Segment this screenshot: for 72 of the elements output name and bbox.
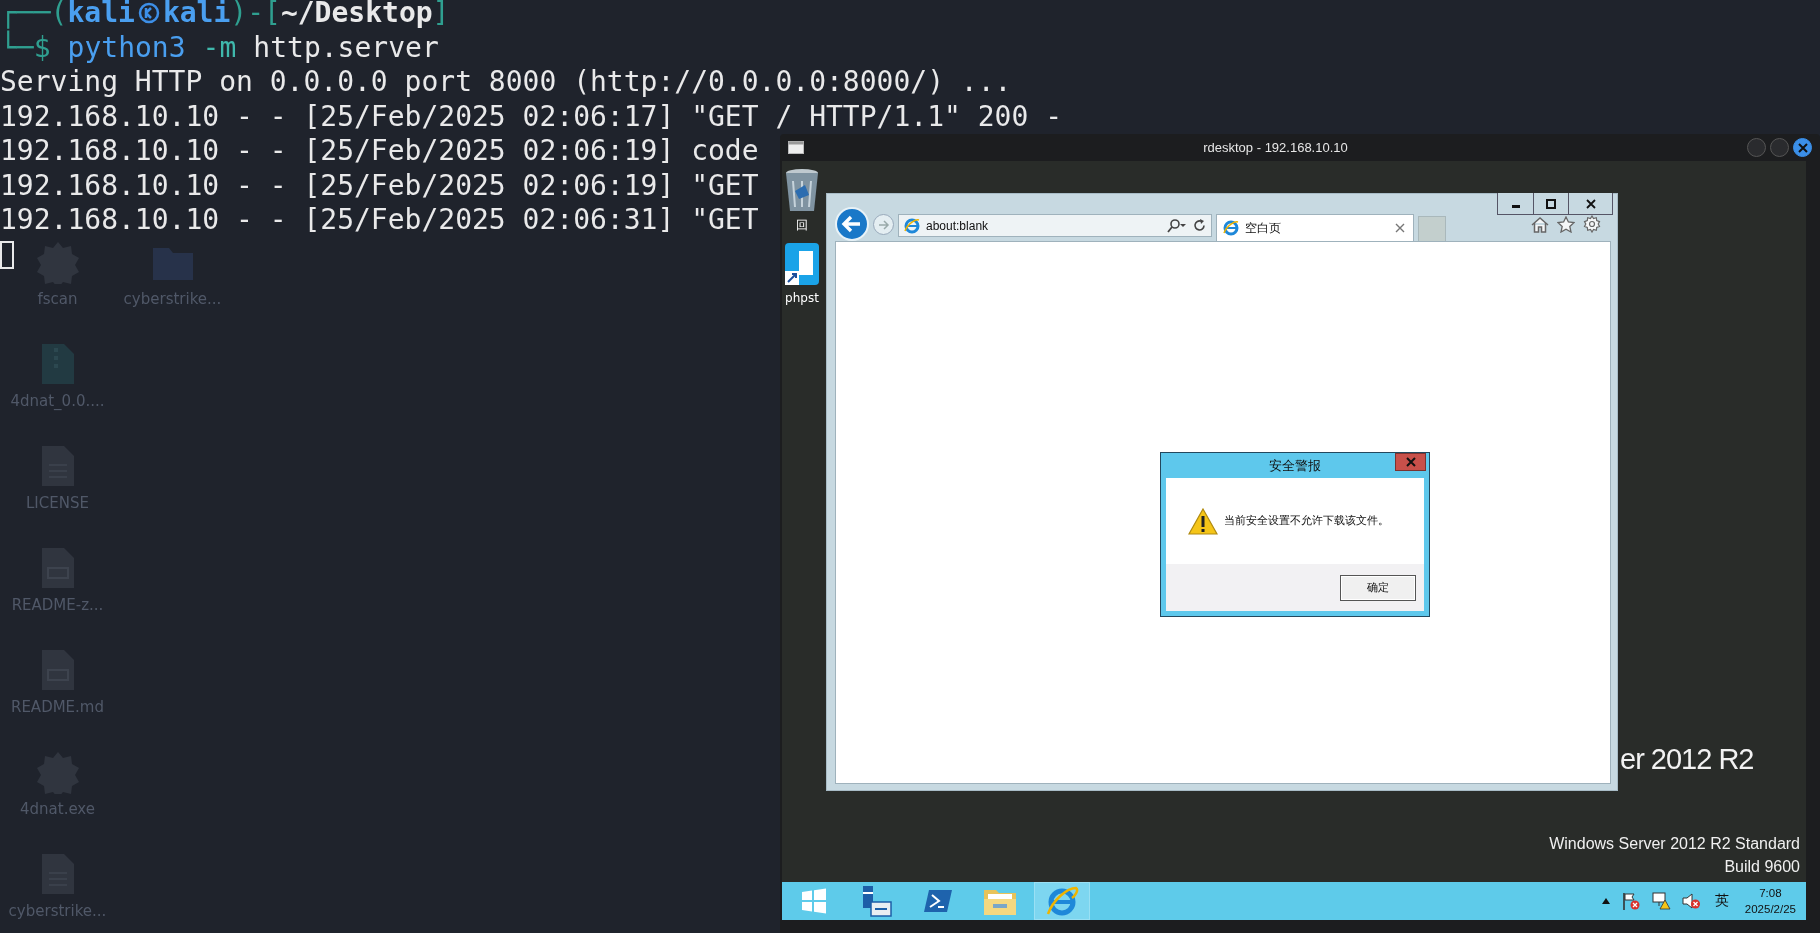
- command-option: -m: [202, 30, 237, 65]
- warning-icon: [1188, 507, 1218, 535]
- terminal-output: Serving HTTP on 0.0.0.0 port 8000 (http://0.0.0.0:8000/) ...: [0, 65, 1012, 100]
- terminal-output: 192.168.10.10 - - [25/Feb/2025 02:06:31] "GET: [0, 203, 759, 238]
- refresh-icon[interactable]: [1193, 219, 1206, 232]
- back-button[interactable]: [835, 207, 869, 241]
- terminal-output: 192.168.10.10 - - [25/Feb/2025 02:06:19] "GET: [0, 168, 759, 203]
- icon-label: README.md: [10, 698, 104, 716]
- speaker-muted-icon[interactable]: [1680, 891, 1701, 911]
- address-text: about:blank: [926, 218, 990, 233]
- close-icon[interactable]: [1395, 223, 1405, 233]
- ie-logo-icon: [1045, 884, 1079, 918]
- home-icon[interactable]: [1531, 217, 1549, 233]
- prompt-frame: ┌──(: [0, 0, 68, 31]
- prompt-frame: )-[: [230, 0, 281, 31]
- os-watermark: er 2012 R2: [1620, 743, 1754, 776]
- command-name: python3: [67, 30, 186, 65]
- icon-label: phpst: [785, 291, 819, 305]
- minimize-icon: [1511, 205, 1520, 208]
- close-button[interactable]: [1395, 453, 1426, 471]
- icon-label: LICENSE: [26, 494, 89, 512]
- command-argument: http.server: [253, 30, 439, 65]
- prompt-path: ~/Desktop: [280, 0, 433, 31]
- ok-button[interactable]: 确定: [1340, 574, 1416, 601]
- prompt-frame: ]: [432, 0, 450, 31]
- terminal-icon: [923, 888, 953, 914]
- terminal-output: 192.168.10.10 - - [25/Feb/2025 02:06:19] code: [0, 134, 759, 169]
- search-icon[interactable]: [1167, 218, 1187, 233]
- close-icon: [1797, 142, 1808, 153]
- browser-tab[interactable]: 空白页: [1216, 214, 1414, 241]
- tab-title: 空白页: [1245, 219, 1282, 237]
- address-bar[interactable]: about:blank: [898, 214, 1212, 237]
- icon-label: README-z...: [11, 596, 104, 614]
- close-button[interactable]: [1568, 193, 1612, 214]
- flag-alert-icon[interactable]: [1620, 891, 1641, 911]
- settings-icon[interactable]: [1583, 215, 1601, 233]
- terminal-cursor: [0, 240, 14, 269]
- close-icon: [1405, 457, 1416, 467]
- icon-label: 4dnat.exe: [20, 800, 95, 818]
- os-edition: Windows Server 2012 R2 Standard: [1549, 834, 1800, 854]
- icon-label: cyberstrike...: [8, 902, 107, 920]
- prompt-host: kali: [162, 0, 231, 31]
- ie-logo-icon: [1223, 220, 1239, 236]
- icon-label: 4dnat_0.0....: [10, 392, 105, 410]
- input-method-indicator[interactable]: 英: [1714, 892, 1729, 910]
- kali-logo-icon: [137, 2, 160, 25]
- icon-label: cyberstrike...: [123, 290, 222, 308]
- icon-label: fscan: [37, 290, 78, 308]
- ie-logo-icon: [904, 217, 920, 234]
- close-button[interactable]: [1793, 138, 1812, 157]
- maximize-button[interactable]: [1533, 193, 1568, 214]
- clock[interactable]: 7:08 2025/2/25: [1744, 885, 1796, 917]
- alert-message: 当前安全设置不允许下载该文件。: [1224, 514, 1389, 528]
- icon-label: 回: [796, 217, 808, 234]
- windows-logo-icon: [800, 887, 828, 915]
- back-arrow-icon: [841, 213, 863, 235]
- forward-arrow-icon: [877, 218, 890, 231]
- window-title: rdesktop - 192.168.10.10: [1202, 140, 1349, 155]
- window-icon: [788, 141, 804, 154]
- star-icon[interactable]: [1557, 216, 1575, 233]
- browser-button[interactable]: [1034, 882, 1090, 920]
- prompt-user: kali: [67, 0, 135, 31]
- maximize-icon: [1546, 198, 1556, 209]
- close-icon: [1585, 198, 1596, 209]
- app-shortcut-icon[interactable]: [783, 241, 821, 287]
- terminal-output: 192.168.10.10 - - [25/Feb/2025 02:06:17] "GET / HTTP/1.1" 200 -: [0, 99, 1063, 134]
- recycle-bin-icon[interactable]: [783, 167, 821, 213]
- tray-expand-icon[interactable]: [1600, 897, 1611, 905]
- os-build: Build 9600: [1724, 857, 1800, 877]
- dialog-title: 安全警报: [1269, 456, 1321, 475]
- prompt-symbol: └─$: [0, 30, 51, 65]
- network-warning-icon[interactable]: [1650, 891, 1671, 911]
